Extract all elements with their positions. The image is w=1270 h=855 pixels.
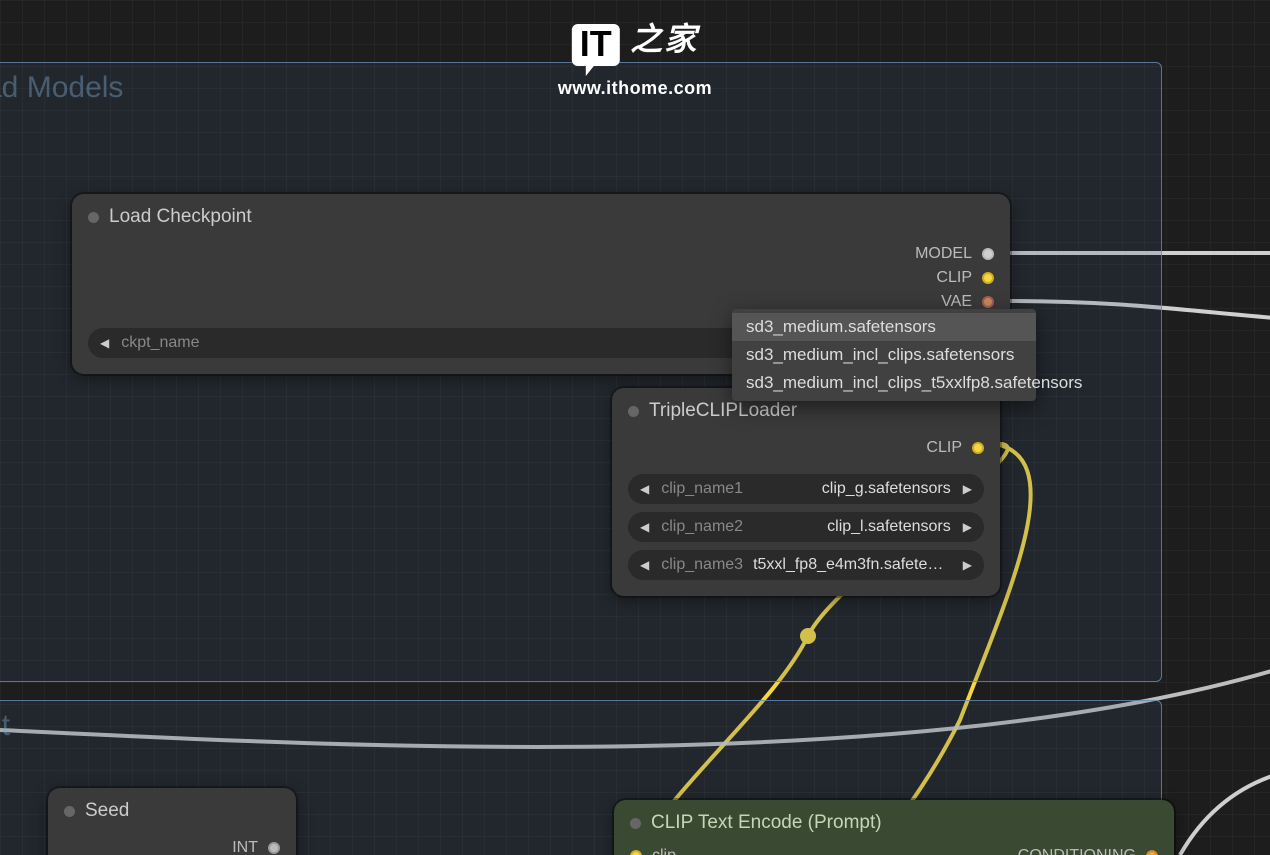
ckpt-name-dropdown[interactable]: sd3_medium.safetensors sd3_medium_incl_c… [732,309,1036,401]
output-label: INT [232,839,258,855]
widget-label: clip_name3 [661,556,743,574]
collapse-dot-icon[interactable] [630,818,641,829]
prev-arrow-icon[interactable]: ◀ [98,336,111,350]
node-seed[interactable]: Seed INT [48,788,296,855]
widget-label: ckpt_name [121,334,199,352]
output-label: MODEL [915,245,972,263]
input-label: clip [652,847,676,855]
node-triple-clip-loader[interactable]: TripleCLIPLoader CLIP ◀ clip_name1 clip_… [612,388,1000,596]
output-label: CONDITIONING [1018,847,1136,855]
output-clip[interactable]: CLIP [628,436,984,460]
collapse-dot-icon[interactable] [88,212,99,223]
node-header[interactable]: Seed [48,788,296,832]
prev-arrow-icon[interactable]: ◀ [638,520,651,534]
next-arrow-icon[interactable]: ▶ [961,482,974,496]
widget-label: clip_name2 [661,518,743,536]
node-title: TripleCLIPLoader [649,400,797,422]
port-int-icon[interactable] [268,842,280,854]
node-graph-canvas[interactable]: ad Models ut Load Checkpoint MODEL CLIP … [0,0,1270,855]
port-clip-icon[interactable] [630,850,642,855]
output-clip[interactable]: CLIP [88,266,994,290]
output-label: CLIP [926,439,962,457]
group-title: ut [0,709,10,743]
widget-value: clip_l.safetensors [753,518,951,536]
next-arrow-icon[interactable]: ▶ [961,520,974,534]
widget-value: clip_g.safetensors [753,480,951,498]
node-title: CLIP Text Encode (Prompt) [651,812,882,834]
output-int[interactable]: INT [64,836,280,855]
port-clip-icon[interactable] [972,442,984,454]
port-vae-icon[interactable] [982,296,994,308]
clip-name2-widget[interactable]: ◀ clip_name2 clip_l.safetensors ▶ [628,512,984,542]
output-conditioning[interactable]: CONDITIONING [1018,844,1158,855]
output-model[interactable]: MODEL [88,242,994,266]
node-header[interactable]: Load Checkpoint [72,194,1010,238]
widget-label: clip_name1 [661,480,743,498]
port-clip-icon[interactable] [982,272,994,284]
port-conditioning-icon[interactable] [1146,850,1158,855]
node-title: Load Checkpoint [109,206,252,228]
collapse-dot-icon[interactable] [64,806,75,817]
dropdown-option[interactable]: sd3_medium.safetensors [732,313,1036,341]
group-title: ad Models [0,71,123,105]
collapse-dot-icon[interactable] [628,406,639,417]
output-label: CLIP [936,269,972,287]
dropdown-option[interactable]: sd3_medium_incl_clips_t5xxlfp8.safetenso… [732,369,1036,397]
node-header[interactable]: CLIP Text Encode (Prompt) [614,800,1174,844]
clip-name3-widget[interactable]: ◀ clip_name3 t5xxl_fp8_e4m3fn.safetensor… [628,550,984,580]
clip-name1-widget[interactable]: ◀ clip_name1 clip_g.safetensors ▶ [628,474,984,504]
watermark-logo-box: IT [572,24,620,66]
port-model-icon[interactable] [982,248,994,260]
node-title: Seed [85,800,129,822]
next-arrow-icon[interactable]: ▶ [961,558,974,572]
watermark-cn: 之家 [630,14,698,60]
widget-value: t5xxl_fp8_e4m3fn.safetensors [753,556,951,574]
dropdown-option[interactable]: sd3_medium_incl_clips.safetensors [732,341,1036,369]
node-clip-text-encode[interactable]: CLIP Text Encode (Prompt) clip CONDITION… [614,800,1174,855]
prev-arrow-icon[interactable]: ◀ [638,558,651,572]
input-clip[interactable]: clip [630,844,676,855]
prev-arrow-icon[interactable]: ◀ [638,482,651,496]
